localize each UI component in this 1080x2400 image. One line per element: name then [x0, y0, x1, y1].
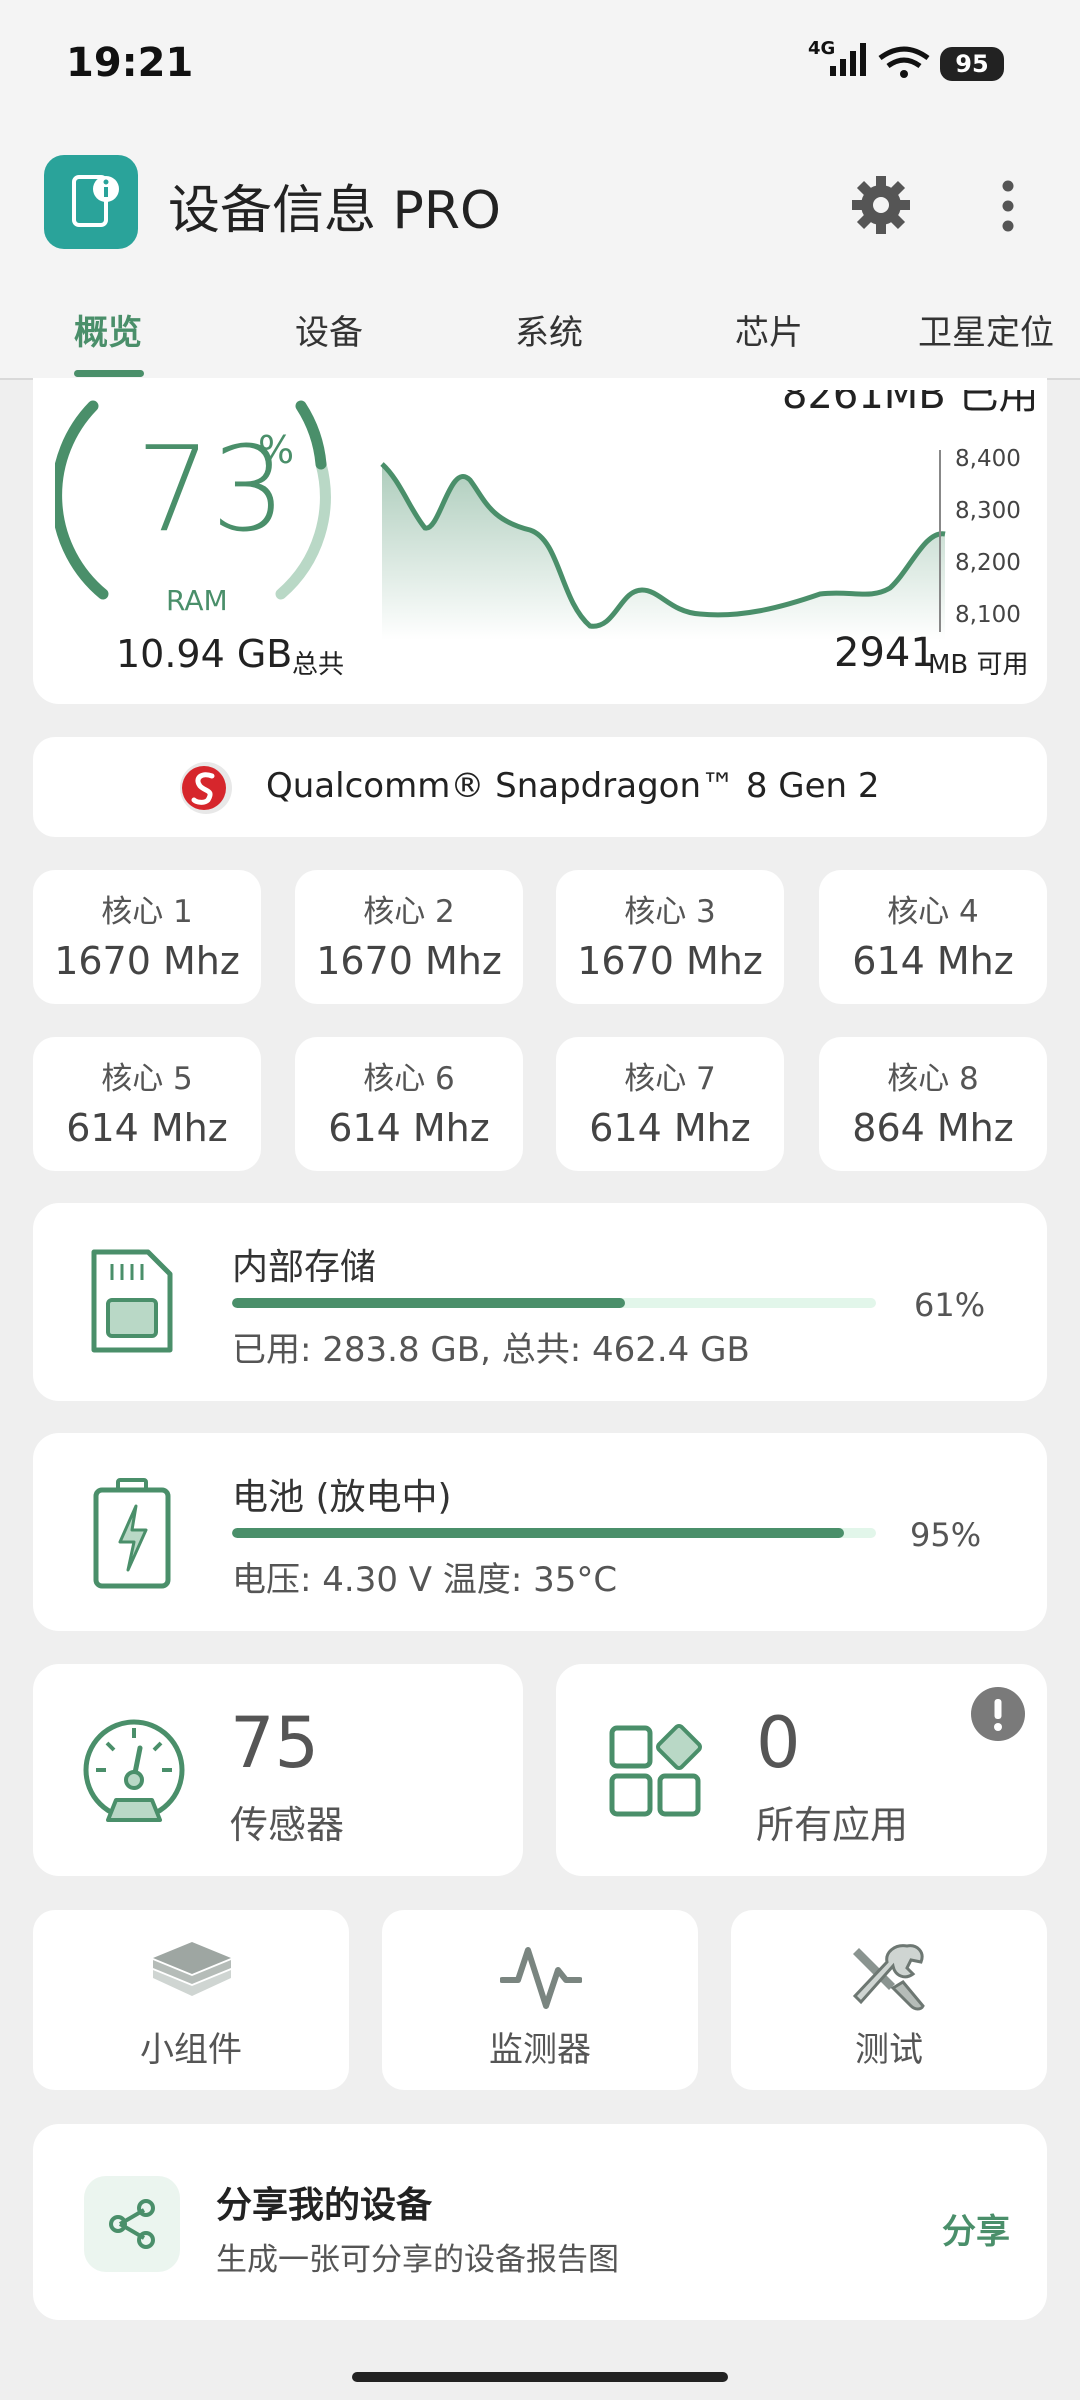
share-button[interactable]: 分享: [942, 2204, 1010, 2253]
cpu-core-1: 核心 1 1670 Mhz: [33, 870, 261, 1004]
widgets-label: 小组件: [140, 2030, 242, 2070]
chip-name: Qualcomm® Snapdragon™ 8 Gen 2: [266, 766, 880, 806]
ram-total-unit: 总共: [292, 650, 345, 680]
battery-level: 95: [940, 47, 1004, 81]
monitor-label: 监测器: [489, 2030, 591, 2070]
wifi-icon: [878, 46, 930, 78]
home-indicator[interactable]: [352, 2372, 728, 2382]
cpu-core-2: 核心 2 1670 Mhz: [295, 870, 523, 1004]
core-label: 核心 6: [363, 1061, 455, 1097]
apps-grid-icon: [609, 1724, 702, 1817]
core-frequency: 1670 Mhz: [577, 939, 763, 983]
tests-button[interactable]: 测试: [731, 1910, 1047, 2090]
pulse-icon: [500, 1947, 582, 2009]
tab-device[interactable]: 设备: [295, 305, 363, 354]
tab-overview[interactable]: 概览: [74, 305, 142, 354]
snapdragon-logo-icon: [180, 762, 232, 814]
tools-icon: [852, 1944, 925, 2011]
more-vert-icon[interactable]: [1000, 178, 1016, 234]
monitor-button[interactable]: 监测器: [382, 1910, 698, 2090]
apps-count: 0: [756, 1702, 801, 1784]
cpu-core-8: 核心 8 864 Mhz: [819, 1037, 1047, 1171]
sensors-count: 75: [230, 1702, 320, 1784]
core-frequency: 1670 Mhz: [316, 939, 502, 983]
share-subtitle: 生成一张可分享的设备报告图: [216, 2242, 619, 2278]
core-label: 核心 5: [101, 1061, 193, 1097]
battery-details: 电压: 4.30 V 温度: 35°C: [232, 1560, 618, 1600]
tests-label: 测试: [855, 2030, 923, 2070]
battery-charging-icon: [93, 1478, 171, 1589]
gear-icon[interactable]: [848, 172, 914, 238]
core-frequency: 614 Mhz: [852, 939, 1014, 983]
core-frequency: 614 Mhz: [328, 1106, 490, 1150]
share-icon: [109, 2199, 155, 2249]
ram-label: RAM: [166, 584, 228, 617]
apps-label: 所有应用: [756, 1803, 909, 1847]
core-label: 核心 3: [624, 894, 716, 930]
ram-percent-sign: %: [258, 428, 295, 472]
cpu-core-7: 核心 7 614 Mhz: [556, 1037, 784, 1171]
storage-title: 内部存储: [232, 1247, 377, 1288]
ram-total: 10.94 GB: [116, 632, 293, 676]
ram-chart-tick: 8,200: [955, 550, 1020, 576]
ram-usage-chart: 8,400 8,300 8,200 8,100: [380, 446, 1020, 640]
tab-indicator: [74, 370, 144, 377]
storage-progress-fill: [232, 1298, 625, 1308]
storage-percent: 61%: [914, 1286, 986, 1324]
ram-chart-tick: 8,300: [955, 498, 1020, 524]
signal-icon: [830, 43, 866, 76]
battery-percent: 95%: [910, 1516, 982, 1554]
cpu-core-4: 核心 4 614 Mhz: [819, 870, 1047, 1004]
ram-chart-tick: 8,100: [955, 602, 1020, 628]
core-label: 核心 7: [624, 1061, 716, 1097]
layers-icon: [153, 1942, 231, 1996]
core-label: 核心 2: [363, 894, 455, 930]
ram-available-unit: MB 可用: [928, 650, 1029, 680]
core-frequency: 1670 Mhz: [54, 939, 240, 983]
storage-details: 已用: 283.8 GB, 总共: 462.4 GB: [232, 1330, 750, 1370]
cpu-core-5: 核心 5 614 Mhz: [33, 1037, 261, 1171]
sd-card-icon: [91, 1249, 173, 1353]
status-clock: 19:21: [66, 40, 194, 86]
tab-gnss[interactable]: 卫星定位: [918, 305, 1054, 354]
core-label: 核心 8: [887, 1061, 979, 1097]
sensors-label: 传感器: [230, 1803, 345, 1847]
core-label: 核心 4: [887, 894, 979, 930]
battery-title: 电池 (放电中): [232, 1477, 452, 1518]
ram-chart-area: [382, 464, 945, 640]
ram-chart-tick: 8,400: [955, 446, 1020, 472]
share-icon-box: [84, 2176, 180, 2272]
warning-icon[interactable]: [970, 1686, 1026, 1742]
battery-progress-fill: [232, 1528, 844, 1538]
battery-progress-track: [232, 1528, 876, 1538]
core-frequency: 614 Mhz: [589, 1106, 751, 1150]
app-title: 设备信息 PRO: [168, 181, 501, 241]
core-label: 核心 1: [101, 894, 193, 930]
speedometer-icon: [83, 1719, 185, 1822]
ram-available: 2941: [834, 630, 936, 676]
tab-system[interactable]: 系统: [515, 305, 583, 354]
cpu-core-3: 核心 3 1670 Mhz: [556, 870, 784, 1004]
core-frequency: 614 Mhz: [66, 1106, 228, 1150]
tab-chip[interactable]: 芯片: [735, 305, 803, 354]
share-title: 分享我的设备: [216, 2185, 433, 2226]
core-frequency: 864 Mhz: [852, 1106, 1014, 1150]
share-card[interactable]: [33, 2124, 1047, 2320]
storage-progress-track: [232, 1298, 876, 1308]
widgets-button[interactable]: 小组件: [33, 1910, 349, 2090]
app-logo-icon: [44, 155, 138, 249]
cpu-core-6: 核心 6 614 Mhz: [295, 1037, 523, 1171]
